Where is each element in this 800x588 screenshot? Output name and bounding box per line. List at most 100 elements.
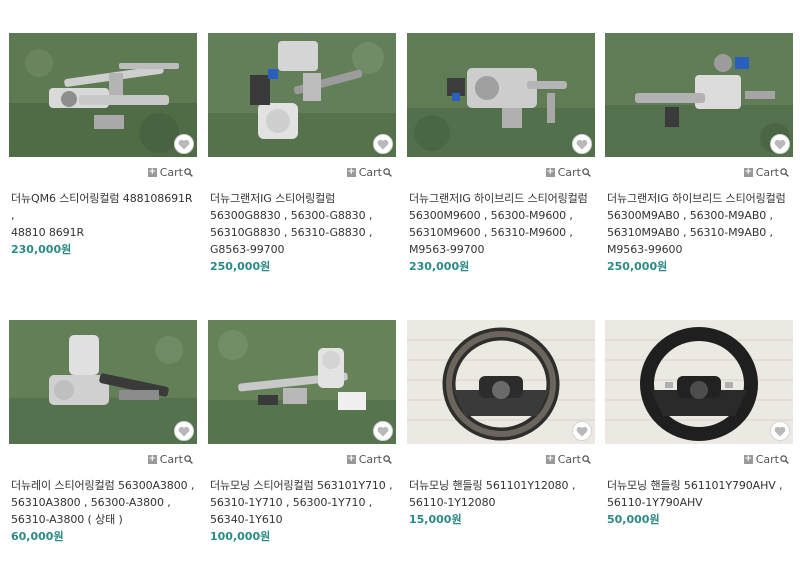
wish-button[interactable]: [174, 421, 194, 441]
cart-label: Cart: [557, 452, 581, 466]
magnifier-icon[interactable]: [582, 167, 591, 177]
title-line: 56300M9AB0 , 56300-M9AB0 ,: [607, 209, 773, 222]
product-price: 230,000원: [409, 260, 470, 273]
title-line: 더뉴그랜저IG 하이브리드 스티어링컬럼: [607, 192, 786, 205]
title-line: 56310-A3800 ( 상태 ): [11, 513, 123, 526]
product-card[interactable]: + Cart 더뉴그랜저IG 스티어링컬럼 56300G8830 , 56300…: [208, 33, 396, 275]
cart-label: Cart: [358, 452, 382, 466]
product-image[interactable]: [407, 33, 595, 157]
add-to-cart-button[interactable]: + Cart: [208, 451, 396, 467]
magnifier-icon[interactable]: [582, 454, 591, 464]
magnifier-icon[interactable]: [184, 167, 193, 177]
heart-icon: [774, 426, 786, 436]
title-line: 더뉴QM6 스티어링컬럼 488108691R ,: [11, 192, 193, 222]
title-line: 56310G8830 , 56310-G8830 ,: [210, 226, 373, 239]
title-line: 48810 8691R: [11, 226, 85, 239]
product-card[interactable]: + Cart 더뉴그랜저IG 하이브리드 스티어링컬럼 56300M9AB0 ,…: [605, 33, 793, 275]
product-title[interactable]: 더뉴그랜저IG 하이브리드 스티어링컬럼 56300M9600 , 56300-…: [407, 190, 595, 258]
heart-icon: [576, 139, 588, 149]
wish-button[interactable]: [770, 134, 790, 154]
product-card[interactable]: + Cart 더뉴QM6 스티어링컬럼 488108691R , 48810 8…: [9, 33, 197, 258]
cart-label: Cart: [159, 165, 183, 179]
title-line: 56310-1Y710 , 56300-1Y710 ,: [210, 496, 373, 509]
cart-label: Cart: [557, 165, 581, 179]
title-line: 56310A3800 , 56300-A3800 ,: [11, 496, 171, 509]
product-price: 250,000원: [210, 260, 271, 273]
heart-icon: [576, 426, 588, 436]
title-line: 더뉴레이 스티어링컬럼 56300A3800 ,: [11, 479, 195, 492]
add-to-cart-button[interactable]: + Cart: [605, 164, 793, 180]
wish-button[interactable]: [572, 134, 592, 154]
product-image[interactable]: [208, 320, 396, 444]
title-line: 더뉴모닝 핸들링 561101Y12080 ,: [409, 479, 576, 492]
product-card[interactable]: + Cart 더뉴그랜저IG 하이브리드 스티어링컬럼 56300M9600 ,…: [407, 33, 595, 275]
product-title[interactable]: 더뉴모닝 핸들링 561101Y790AHV , 56110-1Y790AHV: [605, 477, 793, 511]
product-title[interactable]: 더뉴모닝 핸들링 561101Y12080 , 56110-1Y12080: [407, 477, 595, 511]
product-price: 250,000원: [607, 260, 668, 273]
plus-icon: +: [147, 166, 157, 177]
product-card[interactable]: + Cart 더뉴모닝 핸들링 561101Y12080 , 56110-1Y1…: [407, 320, 595, 528]
cart-label: Cart: [358, 165, 382, 179]
wish-button[interactable]: [770, 421, 790, 441]
wish-button[interactable]: [174, 134, 194, 154]
product-price: 50,000원: [607, 513, 660, 526]
plus-icon: +: [545, 166, 555, 177]
product-title[interactable]: 더뉴모닝 스티어링컬럼 563101Y710 , 56310-1Y710 , 5…: [208, 477, 396, 528]
magnifier-icon[interactable]: [780, 167, 789, 177]
title-line: G8563-99700: [210, 243, 285, 256]
product-image[interactable]: [605, 33, 793, 157]
wish-button[interactable]: [373, 134, 393, 154]
heart-icon: [377, 426, 389, 436]
title-line: 더뉴모닝 핸들링 561101Y790AHV ,: [607, 479, 783, 492]
wish-button[interactable]: [572, 421, 592, 441]
title-line: 더뉴그랜저IG 스티어링컬럼: [210, 192, 336, 205]
title-line: 56310M9AB0 , 56310-M9AB0 ,: [607, 226, 773, 239]
product-price: 100,000원: [210, 530, 271, 543]
product-image[interactable]: [407, 320, 595, 444]
product-price: 230,000원: [11, 243, 72, 256]
cart-label: Cart: [755, 165, 779, 179]
add-to-cart-button[interactable]: + Cart: [9, 451, 197, 467]
cart-label: Cart: [159, 452, 183, 466]
title-line: M9563-99700: [409, 243, 485, 256]
magnifier-icon[interactable]: [383, 454, 392, 464]
add-to-cart-button[interactable]: + Cart: [208, 164, 396, 180]
product-image[interactable]: [605, 320, 793, 444]
title-line: 56110-1Y12080: [409, 496, 496, 509]
product-card[interactable]: + Cart 더뉴레이 스티어링컬럼 56300A3800 , 56310A38…: [9, 320, 197, 545]
product-title[interactable]: 더뉴그랜저IG 하이브리드 스티어링컬럼 56300M9AB0 , 56300-…: [605, 190, 793, 258]
product-card[interactable]: + Cart 더뉴모닝 핸들링 561101Y790AHV , 56110-1Y…: [605, 320, 793, 528]
plus-icon: +: [743, 453, 753, 464]
heart-icon: [178, 139, 190, 149]
add-to-cart-button[interactable]: + Cart: [407, 451, 595, 467]
heart-icon: [178, 426, 190, 436]
title-line: M9563-99600: [607, 243, 683, 256]
add-to-cart-button[interactable]: + Cart: [605, 451, 793, 467]
plus-icon: +: [346, 166, 356, 177]
product-title[interactable]: 더뉴레이 스티어링컬럼 56300A3800 , 56310A3800 , 56…: [9, 477, 197, 528]
heart-icon: [377, 139, 389, 149]
product-image[interactable]: [208, 33, 396, 157]
magnifier-icon[interactable]: [780, 454, 789, 464]
title-line: 더뉴그랜저IG 하이브리드 스티어링컬럼: [409, 192, 588, 205]
title-line: 더뉴모닝 스티어링컬럼 563101Y710 ,: [210, 479, 393, 492]
product-title[interactable]: 더뉴QM6 스티어링컬럼 488108691R , 48810 8691R: [9, 190, 197, 241]
title-line: 56300G8830 , 56300-G8830 ,: [210, 209, 373, 222]
cart-label: Cart: [755, 452, 779, 466]
product-card[interactable]: + Cart 더뉴모닝 스티어링컬럼 563101Y710 , 56310-1Y…: [208, 320, 396, 545]
product-image[interactable]: [9, 33, 197, 157]
product-title[interactable]: 더뉴그랜저IG 스티어링컬럼 56300G8830 , 56300-G8830 …: [208, 190, 396, 258]
product-image[interactable]: [9, 320, 197, 444]
title-line: 56340-1Y610: [210, 513, 283, 526]
plus-icon: +: [545, 453, 555, 464]
wish-button[interactable]: [373, 421, 393, 441]
magnifier-icon[interactable]: [184, 454, 193, 464]
add-to-cart-button[interactable]: + Cart: [407, 164, 595, 180]
title-line: 56110-1Y790AHV: [607, 496, 703, 509]
heart-icon: [774, 139, 786, 149]
plus-icon: +: [147, 453, 157, 464]
magnifier-icon[interactable]: [383, 167, 392, 177]
product-price: 60,000원: [11, 530, 64, 543]
add-to-cart-button[interactable]: + Cart: [9, 164, 197, 180]
title-line: 56310M9600 , 56310-M9600 ,: [409, 226, 573, 239]
